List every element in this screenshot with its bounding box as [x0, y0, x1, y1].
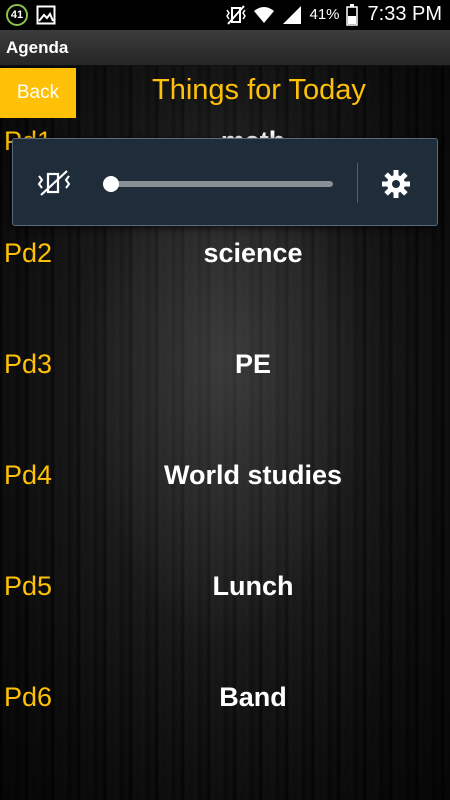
period-subject: science [203, 238, 303, 268]
image-icon [36, 5, 56, 25]
volume-popup [12, 138, 438, 226]
notification-count: 41 [10, 9, 24, 21]
settings-icon[interactable] [381, 169, 411, 199]
notification-badge: 41 [6, 4, 28, 26]
period-subject: Band [219, 682, 287, 712]
period-subject: World studies [163, 460, 343, 490]
signal-icon [283, 5, 302, 24]
action-bar: Agenda [0, 30, 450, 66]
volume-slider-thumb[interactable] [103, 176, 119, 192]
period-subject: PE [234, 349, 272, 379]
volume-slider[interactable] [103, 176, 333, 192]
status-bar: 41 41% 7:33 PM [0, 0, 450, 30]
back-button[interactable]: Back [0, 68, 76, 118]
page-title: Things for Today [152, 74, 366, 106]
clock: 7:33 PM [367, 3, 442, 25]
battery-icon [345, 3, 358, 26]
period-subject: Lunch [212, 571, 294, 601]
divider [357, 163, 358, 203]
mute-icon[interactable] [37, 169, 71, 197]
vibrate-mute-icon [226, 4, 247, 25]
wifi-icon [254, 6, 275, 23]
app-title: Agenda [6, 38, 69, 57]
battery-percent: 41% [309, 6, 340, 23]
